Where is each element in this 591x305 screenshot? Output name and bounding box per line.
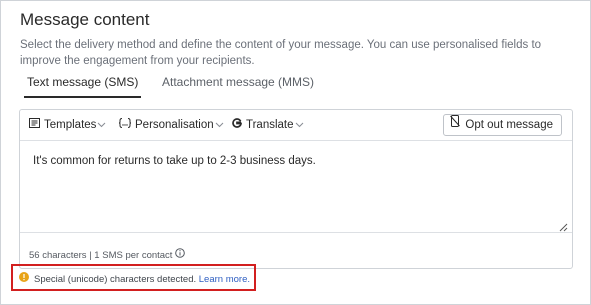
phone-slash-icon [450, 114, 461, 134]
editor-toolbar: Templates Personalisation Translate Opt … [20, 110, 572, 141]
tab-sms[interactable]: Text message (SMS) [23, 72, 142, 98]
learn-more-link[interactable]: Learn more. [199, 274, 250, 285]
message-text: It's common for returns to take up to 2-… [33, 155, 316, 167]
message-editor: Templates Personalisation Translate Opt … [19, 109, 573, 269]
section-title: Message content [20, 10, 150, 29]
google-g-icon [232, 117, 242, 133]
templates-label: Templates [44, 119, 97, 132]
counter-text: 56 characters | 1 SMS per contact [29, 250, 173, 262]
warning-text: Special (unicode) characters detected. [34, 274, 197, 286]
opt-out-label: Opt out message [465, 119, 553, 131]
translate-label: Translate [246, 119, 294, 132]
warning-icon [19, 272, 29, 285]
chevron-down-icon [295, 117, 304, 133]
resize-handle-icon[interactable] [558, 219, 568, 232]
delivery-method-tabs: Text message (SMS) Attachment message (M… [20, 72, 572, 100]
chevron-down-icon [215, 117, 224, 133]
section-description: Select the delivery method and define th… [20, 39, 542, 67]
translate-dropdown[interactable]: Translate [232, 117, 304, 133]
opt-out-message-button[interactable]: Opt out message [443, 114, 562, 136]
unicode-warning: Special (unicode) characters detected. L… [19, 272, 250, 286]
personalisation-dropdown[interactable]: Personalisation [118, 117, 224, 133]
templates-dropdown[interactable]: Templates [29, 117, 106, 133]
message-content-panel: Message content Select the delivery meth… [0, 0, 591, 305]
info-icon[interactable] [175, 248, 186, 261]
personalisation-label: Personalisation [135, 119, 214, 132]
message-textarea[interactable]: It's common for returns to take up to 2-… [20, 141, 572, 233]
template-list-icon [29, 117, 40, 133]
tab-mms[interactable]: Attachment message (MMS) [162, 72, 314, 98]
character-counter: 56 characters | 1 SMS per contact [29, 248, 186, 262]
braces-icon [118, 117, 132, 133]
chevron-down-icon [97, 117, 106, 133]
